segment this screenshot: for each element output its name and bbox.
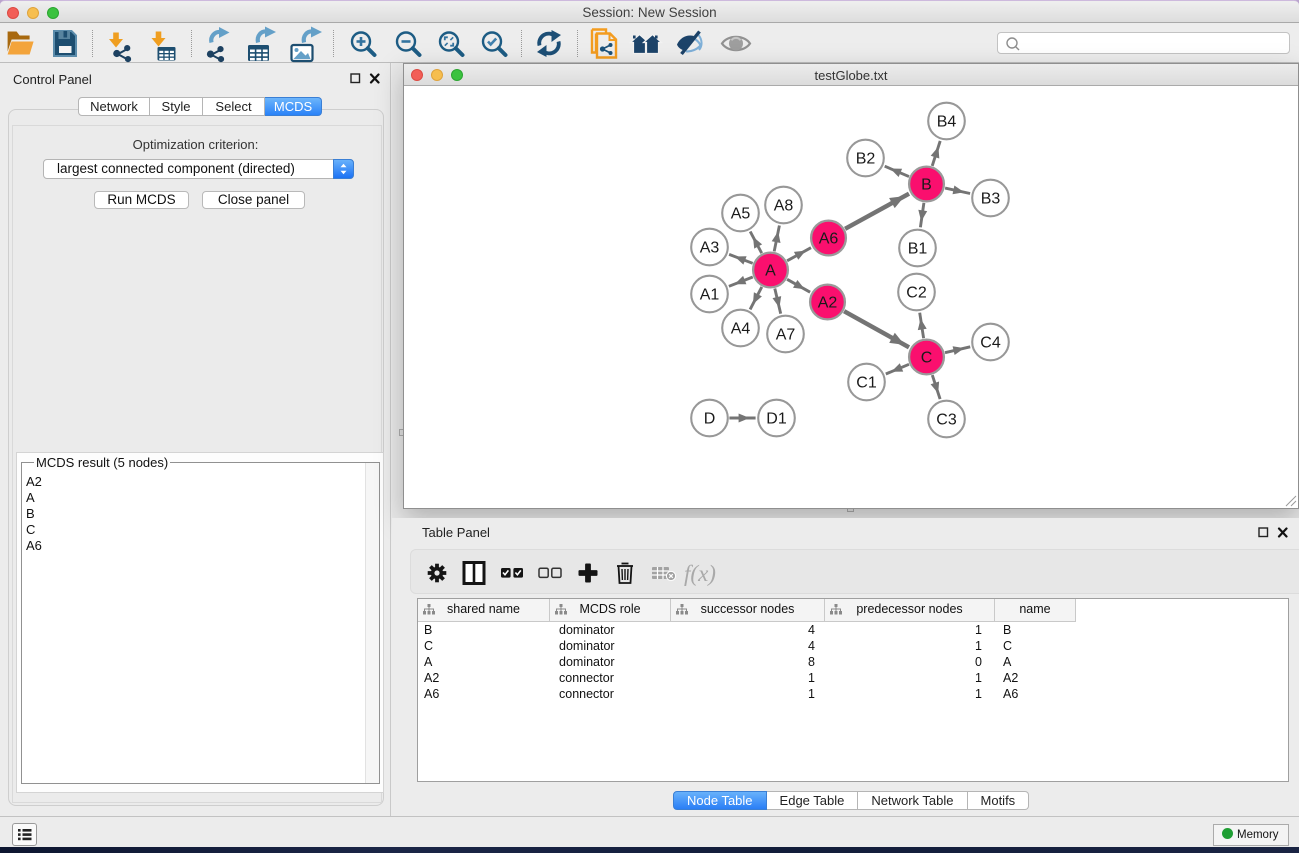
svg-text:A7: A7 bbox=[776, 327, 796, 344]
svg-text:D1: D1 bbox=[766, 411, 787, 428]
svg-text:C4: C4 bbox=[980, 335, 1001, 352]
svg-text:C1: C1 bbox=[856, 375, 877, 392]
svg-text:B: B bbox=[921, 177, 932, 194]
svg-text:B1: B1 bbox=[908, 241, 928, 258]
svg-text:B2: B2 bbox=[856, 151, 876, 168]
svg-text:A6: A6 bbox=[819, 231, 839, 248]
svg-text:A5: A5 bbox=[731, 206, 751, 223]
svg-text:A: A bbox=[765, 263, 776, 280]
svg-text:A4: A4 bbox=[731, 321, 751, 338]
svg-text:C3: C3 bbox=[936, 412, 957, 429]
svg-text:B4: B4 bbox=[937, 114, 957, 131]
svg-text:A2: A2 bbox=[818, 295, 838, 312]
svg-text:C: C bbox=[921, 350, 933, 367]
svg-text:B3: B3 bbox=[981, 191, 1001, 208]
svg-text:D: D bbox=[704, 411, 716, 428]
svg-text:f(x): f(x) bbox=[684, 561, 716, 586]
svg-text:C2: C2 bbox=[906, 285, 927, 302]
svg-text:A3: A3 bbox=[700, 240, 720, 257]
svg-text:A1: A1 bbox=[700, 287, 720, 304]
svg-text:A8: A8 bbox=[774, 198, 794, 215]
